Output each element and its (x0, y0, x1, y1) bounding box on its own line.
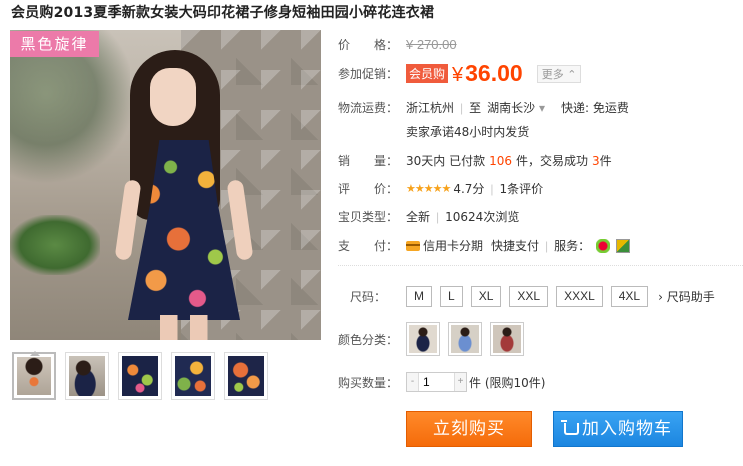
size-row: 尺码： M L XL XXL XXXL 4XL › 尺码助手 (338, 286, 715, 307)
section-divider (338, 265, 743, 266)
credit-card-icon (406, 240, 420, 251)
product-title: 会员购2013夏季新款女装大码印花裙子修身短袖田园小碎花连衣裙 (11, 5, 435, 21)
delivery-fee: 快递: 免运费 (561, 101, 629, 115)
color-label: 颜色分类： (338, 332, 399, 347)
add-to-cart-label: 加入购物车 (582, 419, 672, 439)
size-helper-link[interactable]: › 尺码助手 (658, 288, 715, 305)
star-rating-icon: ★★★★★ (406, 183, 451, 195)
thumbnail-2[interactable] (65, 352, 109, 400)
rating-label: 评 价： (338, 182, 399, 196)
model-face (150, 68, 196, 126)
size-option-m[interactable]: M (406, 286, 432, 307)
payment-row: 支 付： 信用卡分期 快捷支付 | 服务： (338, 237, 631, 254)
vip-tag-badge: 会员购 (406, 64, 449, 83)
promo-label: 参加促销： (338, 67, 399, 81)
shipping-promise: 卖家承诺48小时内发货 (406, 125, 530, 139)
currency-symbol: ¥ (452, 64, 464, 86)
sales-mid: 件，交易成功 (516, 154, 589, 168)
sales-suffix: 件 (599, 154, 612, 168)
item-condition: 全新 (406, 210, 431, 224)
rating-row: 评 价： ★★★★★ 4.7分 | 1条评价 (338, 180, 543, 197)
size-options: M L XL XXL XXXL 4XL (406, 286, 649, 307)
size-option-xxl[interactable]: XXL (509, 286, 549, 307)
sales-row: 销 量： 30天内 已付款 106 件，交易成功 3 件 (338, 152, 612, 169)
shipping-label: 物流运费： (338, 101, 399, 115)
size-label: 尺码： (349, 290, 386, 304)
size-option-4xl[interactable]: 4XL (610, 286, 649, 307)
color-options (406, 322, 524, 356)
quantity-label: 购买数量： (338, 375, 399, 390)
ship-to-city: 湖南长沙 (487, 101, 536, 115)
seven-day-return-icon[interactable] (596, 238, 611, 253)
divider-icon: | (460, 100, 464, 115)
divider-icon: | (545, 238, 549, 253)
price-row: 价 格： ¥ 270.00 (338, 36, 457, 53)
thumbnail-1[interactable] (12, 351, 56, 400)
size-option-l[interactable]: L (440, 286, 463, 307)
brand-logo: 黑色旋律 (10, 31, 99, 57)
quantity-limit-note: 件 (限购10件) (469, 375, 546, 390)
promo-row: 参加促销： 会员购 ¥36.00 更多 ⌃ (338, 60, 582, 87)
color-row: 颜色分类： (338, 322, 524, 356)
ship-to-selector[interactable]: 湖南长沙 ▾ (487, 99, 545, 116)
thumbnail-5[interactable] (224, 352, 268, 400)
payment-label: 支 付： (338, 239, 399, 253)
quantity-input[interactable] (418, 373, 455, 391)
consumer-guarantee-icon[interactable] (616, 238, 631, 253)
ship-to-word: 至 (469, 101, 482, 115)
quick-pay-link[interactable]: 快捷支付 (491, 237, 539, 254)
original-price: ¥ 270.00 (406, 37, 457, 52)
rating-score: 4.7分 (453, 182, 485, 196)
item-type-label: 宝贝类型： (338, 210, 399, 224)
view-count: 10624次浏览 (445, 210, 520, 224)
shipping-row: 物流运费： 浙江杭州 | 至 湖南长沙 ▾ 快递: 免运费 (338, 99, 629, 116)
quantity-plus-button[interactable]: + (455, 373, 466, 391)
buy-now-button[interactable]: 立刻购买 (406, 411, 532, 447)
color-option-1[interactable] (406, 322, 440, 356)
credit-installment-link[interactable]: 信用卡分期 (423, 237, 483, 254)
color-option-3[interactable] (490, 322, 524, 356)
success-count: 3 (592, 153, 600, 168)
quantity-row: 购买数量： - + 件 (限购10件) (338, 372, 545, 392)
item-type-row: 宝贝类型： 全新 | 10624次浏览 (338, 208, 519, 225)
model-arm-left (114, 179, 142, 261)
divider-icon: | (436, 209, 440, 224)
main-product-image[interactable] (10, 30, 321, 340)
add-to-cart-button[interactable]: 加入购物车 (553, 411, 683, 447)
promo-amount: 36.00 (465, 60, 523, 86)
background-shrub (10, 215, 100, 275)
thumbnail-strip (12, 351, 268, 400)
paid-count: 106 (489, 153, 512, 168)
price-label: 价 格： (338, 38, 399, 52)
size-option-xl[interactable]: XL (470, 286, 502, 307)
sales-prefix: 30天内 已付款 (406, 154, 486, 168)
review-count-link[interactable]: 1条评价 (500, 180, 544, 197)
promo-price: ¥36.00 (452, 60, 523, 87)
more-promos-button[interactable]: 更多 ⌃ (536, 64, 582, 83)
model-legs (160, 315, 210, 340)
sales-label: 销 量： (338, 154, 399, 168)
quantity-stepper: - + 件 (限购10件) (406, 372, 545, 392)
service-label: 服务： (554, 239, 591, 253)
size-option-xxxl[interactable]: XXXL (556, 286, 603, 307)
shopping-cart-icon (561, 420, 579, 435)
divider-icon: | (490, 181, 494, 196)
ship-from: 浙江杭州 (406, 101, 455, 115)
shipping-promise-row: 卖家承诺48小时内发货 (406, 123, 529, 140)
thumbnail-3[interactable] (118, 352, 162, 400)
quantity-minus-button[interactable]: - (407, 373, 418, 391)
thumbnail-4[interactable] (171, 352, 215, 400)
color-option-2[interactable] (448, 322, 482, 356)
chevron-down-icon: ▾ (539, 101, 546, 115)
